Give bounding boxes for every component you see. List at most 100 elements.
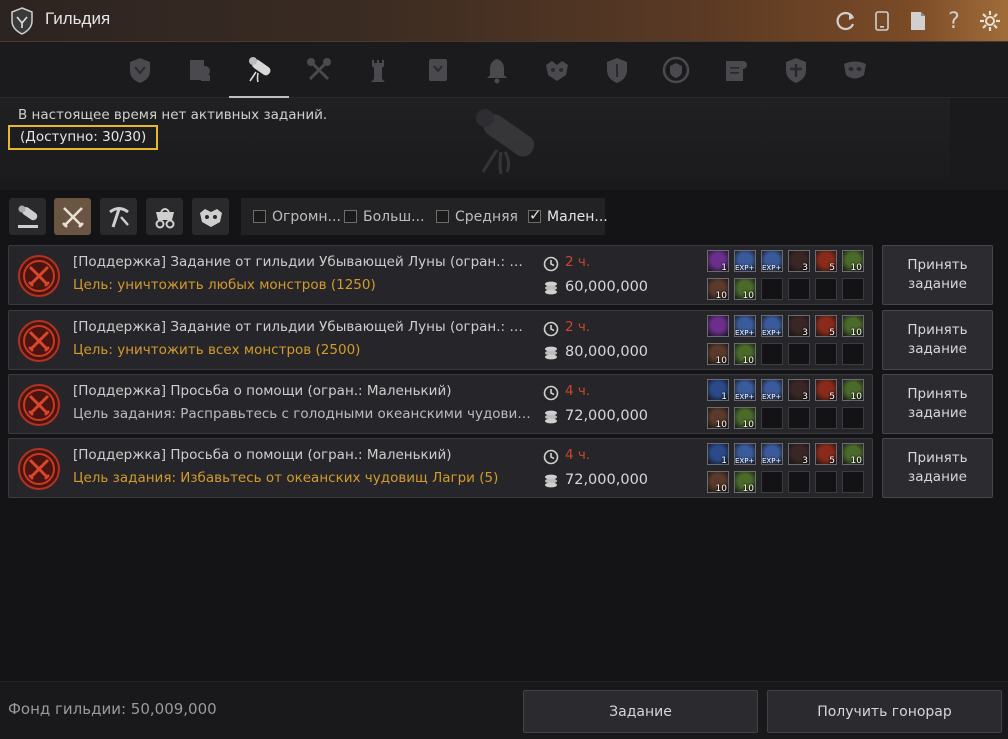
size-filter-huge[interactable]: Огромн...	[253, 198, 341, 235]
quest-goal: Цель: уничтожить всех монстров (2500)	[73, 342, 361, 358]
reward-count: 10	[850, 392, 862, 402]
purple-crystal-icon[interactable]	[707, 315, 729, 337]
reward-slots: 1 EXP+ EXP+ 3 5 10 10 10	[707, 443, 869, 495]
empty-reward-slot	[788, 278, 810, 300]
guild-fund: Фонд гильдии: 50,009,000	[8, 700, 217, 718]
quest-scroll-watermark-icon	[476, 109, 535, 175]
red-orb-icon[interactable]: 3	[788, 250, 810, 273]
tab-crest[interactable]	[646, 42, 706, 98]
quest-scroll-icon	[17, 205, 38, 228]
help-icon[interactable]: ?	[936, 0, 972, 42]
reward-count: 10	[742, 356, 754, 366]
wagon-icon	[155, 207, 174, 228]
filter-monster-button[interactable]	[192, 198, 229, 235]
quest-row[interactable]: [Поддержка] Просьба о помощи (огран.: Ма…	[8, 374, 873, 434]
tab-members[interactable]	[169, 42, 229, 98]
checkbox-large[interactable]	[344, 210, 357, 223]
blue-crystal-icon[interactable]: 1	[707, 443, 729, 466]
exp-scroll-icon[interactable]: EXP+	[734, 250, 756, 272]
document-icon[interactable]	[900, 0, 936, 42]
tab-contract[interactable]	[706, 42, 766, 98]
tab-castle[interactable]	[348, 42, 408, 98]
phone-icon[interactable]	[864, 0, 900, 42]
green-potion-icon[interactable]: 10	[842, 443, 864, 466]
reward-count: 10	[715, 356, 727, 366]
tab-quests[interactable]	[229, 42, 289, 98]
blue-crystal-icon[interactable]: 1	[707, 379, 729, 402]
size-filter-medium[interactable]: Средняя	[436, 198, 518, 235]
settings-icon[interactable]	[972, 0, 1008, 42]
fire-orb-icon[interactable]: 5	[815, 315, 837, 338]
green-potion-icon[interactable]: 10	[734, 343, 756, 366]
accept-quest-button[interactable]: Принять задание	[882, 374, 993, 434]
reward-count: EXP+	[762, 329, 782, 337]
filter-all-button[interactable]	[9, 198, 46, 235]
quest-button[interactable]: Задание	[523, 690, 758, 733]
reward-count: 1	[721, 263, 727, 273]
quest-goal: Цель: уничтожить любых монстров (1250)	[73, 277, 376, 293]
tab-alliance[interactable]	[766, 42, 826, 98]
accept-quest-button[interactable]: Принять задание	[882, 245, 993, 305]
exp-scroll-icon[interactable]: EXP+	[761, 443, 783, 465]
refresh-icon[interactable]	[828, 0, 864, 42]
red-potion-icon[interactable]: 10	[707, 471, 729, 494]
tab-guild-info[interactable]	[110, 42, 170, 98]
red-orb-icon[interactable]: 3	[788, 443, 810, 466]
quest-title: [Поддержка] Задание от гильдии Убывающей…	[73, 254, 533, 270]
size-filter-small[interactable]: Мален...	[528, 198, 608, 235]
quest-row[interactable]: [Поддержка] Задание от гильдии Убывающей…	[8, 310, 873, 370]
empty-reward-slot	[842, 407, 864, 429]
fire-orb-icon[interactable]: 5	[815, 379, 837, 402]
red-orb-icon[interactable]: 3	[788, 315, 810, 338]
tab-shield[interactable]	[587, 42, 647, 98]
reward-count: 10	[742, 484, 754, 494]
exp-scroll-icon[interactable]: EXP+	[734, 443, 756, 465]
exp-scroll-icon[interactable]: EXP+	[761, 250, 783, 272]
green-potion-icon[interactable]: 10	[842, 250, 864, 273]
green-potion-icon[interactable]: 10	[734, 278, 756, 301]
filter-gathering-button[interactable]	[100, 198, 137, 235]
reward-count: EXP+	[735, 264, 755, 272]
quest-row[interactable]: [Поддержка] Задание от гильдии Убывающей…	[8, 245, 873, 305]
exp-scroll-icon[interactable]: EXP+	[734, 379, 756, 401]
empty-reward-slot	[788, 471, 810, 493]
red-potion-icon[interactable]: 10	[707, 278, 729, 301]
reward-count: 3	[802, 392, 808, 402]
reward-count: EXP+	[735, 393, 755, 401]
size-filter-large[interactable]: Больш...	[344, 198, 425, 235]
reward-count: 10	[850, 328, 862, 338]
filter-combat-button[interactable]	[54, 198, 91, 235]
tab-boss[interactable]	[527, 42, 587, 98]
fire-orb-icon[interactable]: 5	[815, 443, 837, 466]
tab-masks[interactable]	[825, 42, 885, 98]
green-potion-icon[interactable]: 10	[734, 471, 756, 494]
window-title: Гильдия	[45, 9, 111, 28]
receive-fee-button[interactable]: Получить гонорар	[767, 690, 1002, 733]
exp-scroll-icon[interactable]: EXP+	[734, 315, 756, 337]
red-potion-icon[interactable]: 10	[707, 343, 729, 366]
red-orb-icon[interactable]: 3	[788, 379, 810, 402]
green-potion-icon[interactable]: 10	[734, 407, 756, 430]
exp-scroll-icon[interactable]: EXP+	[761, 315, 783, 337]
quest-emblem-icon	[17, 254, 61, 298]
checkbox-huge[interactable]	[253, 210, 266, 223]
fire-orb-icon[interactable]: 5	[815, 250, 837, 273]
checkbox-medium[interactable]	[436, 210, 449, 223]
purple-crystal-icon[interactable]: 1	[707, 250, 729, 273]
filter-trade-button[interactable]	[146, 198, 183, 235]
accept-quest-button[interactable]: Принять задание	[882, 310, 993, 370]
green-potion-icon[interactable]: 10	[842, 379, 864, 402]
checkbox-small[interactable]	[528, 206, 542, 224]
tab-war[interactable]	[289, 42, 349, 98]
empty-reward-slot	[761, 343, 783, 365]
quest-row[interactable]: [Поддержка] Просьба о помощи (огран.: Ма…	[8, 438, 873, 498]
reward-slots: 1 EXP+ EXP+ 3 5 10 10 10	[707, 250, 869, 302]
accept-quest-button[interactable]: Принять задание	[882, 438, 993, 498]
exp-scroll-icon[interactable]: EXP+	[761, 379, 783, 401]
quest-time-limit: 2 ч.	[565, 254, 591, 270]
tab-notice[interactable]	[408, 42, 468, 98]
tab-alerts[interactable]	[467, 42, 527, 98]
red-potion-icon[interactable]: 10	[707, 407, 729, 430]
quest-title: [Поддержка] Просьба о помощи (огран.: Ма…	[73, 447, 452, 463]
green-potion-icon[interactable]: 10	[842, 315, 864, 338]
